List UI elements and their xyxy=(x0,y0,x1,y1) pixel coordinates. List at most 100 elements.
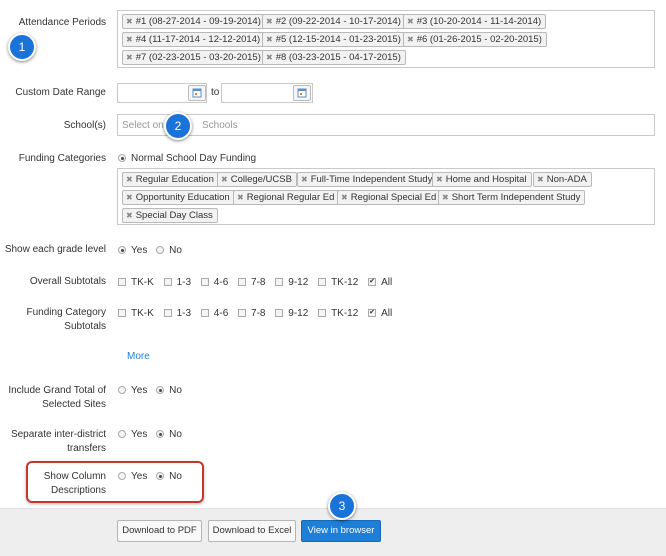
checkbox-icon xyxy=(118,309,126,317)
schools-placeholder: Select one xyxy=(122,120,170,131)
more-link[interactable]: More xyxy=(127,351,150,363)
schools-label: School(s) xyxy=(63,120,106,131)
checkbox-icon xyxy=(118,278,126,286)
funding-7-8-checkbox[interactable]: 7-8 xyxy=(238,308,265,319)
checkbox-icon xyxy=(200,278,209,286)
remove-icon[interactable]: ✖ xyxy=(266,53,273,62)
funding-9-12-checkbox[interactable]: 9-12 xyxy=(275,308,308,319)
radio-icon xyxy=(156,246,165,254)
remove-icon[interactable]: ✖ xyxy=(126,193,133,202)
funding-tag[interactable]: ✖ Home and Hospital xyxy=(432,172,532,187)
normal-school-day-radio[interactable]: Normal School Day Funding xyxy=(118,153,256,165)
funding-tag[interactable]: ✖ College/UCSB xyxy=(217,172,297,187)
checkbox-icon xyxy=(200,309,209,317)
radio-icon xyxy=(156,472,165,480)
grade-level-options: Yes No xyxy=(118,245,182,257)
funding-tag[interactable]: ✖ Short Term Independent Study xyxy=(438,190,586,205)
inter-district-no[interactable]: No xyxy=(156,429,182,440)
column-descriptions-label: Show Column Descriptions xyxy=(43,471,106,496)
calendar-to-button[interactable] xyxy=(293,85,311,101)
grand-total-label: Include Grand Total of Selected Sites xyxy=(8,385,106,410)
remove-icon[interactable]: ✖ xyxy=(537,175,544,184)
attendance-tag[interactable]: ✖ #5 (12-15-2014 - 01-23-2015) xyxy=(262,32,406,47)
overall-9-12-checkbox[interactable]: 9-12 xyxy=(275,277,308,288)
grade-level-yes[interactable]: Yes xyxy=(118,245,147,256)
download-pdf-button[interactable]: Download to PDF xyxy=(117,520,202,542)
attendance-tag[interactable]: ✖ #4 (11-17-2014 - 12-12-2014) xyxy=(122,32,266,47)
funding-tag[interactable]: ✖ Non-ADA xyxy=(533,172,592,187)
remove-icon[interactable]: ✖ xyxy=(436,175,443,184)
overall-4-6-checkbox[interactable]: 4-6 xyxy=(200,277,228,288)
radio-icon xyxy=(156,386,165,394)
download-excel-button[interactable]: Download to Excel xyxy=(208,520,296,542)
overall-1-3-checkbox[interactable]: 1-3 xyxy=(163,277,191,288)
remove-icon[interactable]: ✖ xyxy=(221,175,228,184)
overall-7-8-checkbox[interactable]: 7-8 xyxy=(238,277,265,288)
radio-icon xyxy=(118,154,126,162)
column-descriptions-no[interactable]: No xyxy=(156,471,182,482)
remove-icon[interactable]: ✖ xyxy=(126,35,133,44)
grand-total-options: Yes No xyxy=(118,385,182,397)
column-descriptions-yes[interactable]: Yes xyxy=(118,471,147,482)
remove-icon[interactable]: ✖ xyxy=(266,35,273,44)
funding-1-3-checkbox[interactable]: 1-3 xyxy=(163,308,191,319)
overall-tk12-checkbox[interactable]: TK-12 xyxy=(318,277,358,288)
inter-district-yes[interactable]: Yes xyxy=(118,429,147,440)
grand-total-yes[interactable]: Yes xyxy=(118,385,147,396)
overall-tkk-checkbox[interactable]: TK-K xyxy=(118,277,154,288)
checkbox-icon xyxy=(368,307,377,319)
grade-level-no[interactable]: No xyxy=(156,245,182,256)
checkbox-icon xyxy=(163,278,172,286)
remove-icon[interactable]: ✖ xyxy=(126,53,133,62)
inter-district-label: Separate inter-district transfers xyxy=(10,429,106,454)
checkbox-icon xyxy=(368,276,377,288)
radio-icon xyxy=(156,430,165,438)
remove-icon[interactable]: ✖ xyxy=(266,17,273,26)
attendance-tag[interactable]: ✖ #8 (03-23-2015 - 04-17-2015) xyxy=(262,50,406,65)
funding-tag[interactable]: ✖ Regular Education xyxy=(122,172,219,187)
attendance-tag[interactable]: ✖ #3 (10-20-2014 - 11-14-2014) xyxy=(403,14,547,29)
checkbox-icon xyxy=(238,278,247,286)
funding-tk12-checkbox[interactable]: TK-12 xyxy=(318,308,358,319)
checkbox-icon xyxy=(238,309,247,317)
remove-icon[interactable]: ✖ xyxy=(407,35,414,44)
remove-icon[interactable]: ✖ xyxy=(237,193,244,202)
schools-placeholder-tail: Schools xyxy=(202,120,238,131)
funding-categories-label: Funding Categories xyxy=(18,153,106,164)
attendance-periods-select[interactable]: ✖ #1 (08-27-2014 - 09-19-2014) ✖ #2 (09-22… xyxy=(117,10,655,68)
funding-categories-select[interactable]: ✖ Regular Education ✖ College/UCSB ✖ Full-T… xyxy=(117,168,655,225)
funding-tag[interactable]: ✖ Regional Regular Ed xyxy=(233,190,340,205)
funding-tkk-checkbox[interactable]: TK-K xyxy=(118,308,154,319)
overall-subtotals-options: TK-K 1-3 4-6 7-8 9-12 TK-12 All xyxy=(118,276,399,289)
view-in-browser-button[interactable]: View in browser xyxy=(301,520,381,542)
remove-icon[interactable]: ✖ xyxy=(301,175,308,184)
remove-icon[interactable]: ✖ xyxy=(407,17,414,26)
callout-badge-1: 1 xyxy=(8,33,36,61)
schools-select[interactable]: Select one Schools xyxy=(117,114,655,136)
remove-icon[interactable]: ✖ xyxy=(442,193,449,202)
attendance-tag[interactable]: ✖ #1 (08-27-2014 - 09-19-2014) xyxy=(122,14,266,29)
funding-tag[interactable]: ✖ Regional Special Ed xyxy=(337,190,442,205)
calendar-from-button[interactable] xyxy=(188,85,206,101)
funding-tag[interactable]: ✖ Full-Time Independent Study xyxy=(297,172,438,187)
funding-all-checkbox[interactable]: All xyxy=(368,307,392,319)
inter-district-options: Yes No xyxy=(118,429,182,441)
overall-all-checkbox[interactable]: All xyxy=(368,276,392,288)
funding-4-6-checkbox[interactable]: 4-6 xyxy=(200,308,228,319)
checkbox-icon xyxy=(163,309,172,317)
remove-icon[interactable]: ✖ xyxy=(126,17,133,26)
calendar-icon xyxy=(297,88,307,98)
column-descriptions-options: Yes No xyxy=(118,471,182,483)
attendance-tag[interactable]: ✖ #7 (02-23-2015 - 03-20-2015) xyxy=(122,50,266,65)
callout-badge-2: 2 xyxy=(164,112,192,140)
remove-icon[interactable]: ✖ xyxy=(126,211,133,220)
grand-total-no[interactable]: No xyxy=(156,385,182,396)
attendance-periods-label: Attendance Periods xyxy=(18,17,106,28)
remove-icon[interactable]: ✖ xyxy=(126,175,133,184)
funding-tag[interactable]: ✖ Special Day Class xyxy=(122,208,218,223)
attendance-tag[interactable]: ✖ #2 (09-22-2014 - 10-17-2014) xyxy=(262,14,406,29)
callout-badge-3: 3 xyxy=(328,492,356,520)
attendance-tag[interactable]: ✖ #6 (01-26-2015 - 02-20-2015) xyxy=(403,32,547,47)
remove-icon[interactable]: ✖ xyxy=(341,193,348,202)
funding-tag[interactable]: ✖ Opportunity Education xyxy=(122,190,235,205)
